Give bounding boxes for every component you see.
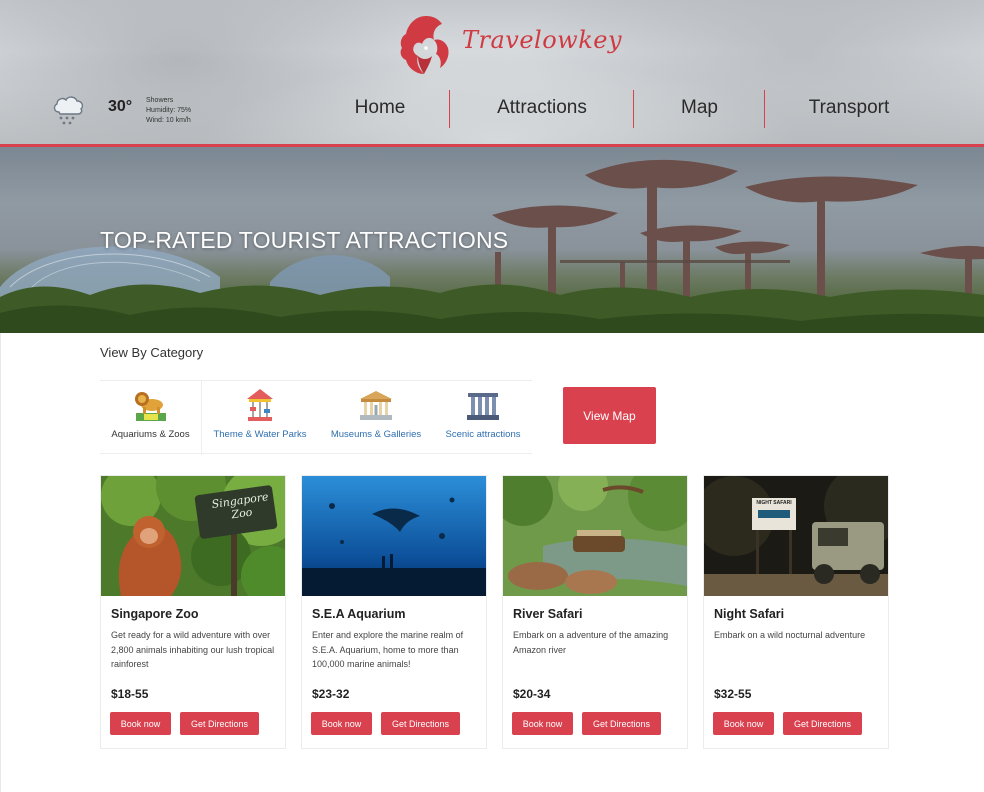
nav-attractions[interactable]: Attractions [450, 88, 634, 128]
attraction-description: Embark on a adventure of the amazing Ama… [513, 630, 669, 655]
category-heading: View By Category [100, 345, 204, 360]
attraction-price: $23-32 [312, 687, 350, 701]
view-map-button[interactable]: View Map [563, 387, 656, 444]
attraction-description: Get ready for a wild adventure with over… [111, 630, 275, 669]
lion-head-icon [400, 16, 449, 74]
monument-icon [467, 393, 499, 420]
zoo-lion-icon [134, 392, 166, 421]
category-scenic-attractions[interactable]: Scenic attractions [436, 381, 530, 455]
get-directions-button[interactable]: Get Directions [783, 712, 862, 735]
book-now-button[interactable]: Book now [713, 712, 774, 735]
weather-temperature: 30° [108, 98, 133, 115]
category-label: Museums & Galleries [330, 429, 422, 440]
attraction-card: River Safari Embark on a adventure of th… [502, 475, 688, 749]
attraction-title: S.E.A Aquarium [312, 607, 406, 621]
category-label: Scenic attractions [445, 429, 521, 440]
weather-details: Showers Humidity: 75% Wind: 10 km/h [146, 96, 191, 126]
attraction-description: Embark on a wild nocturnal adventure [714, 630, 866, 640]
page-edge [0, 333, 1, 792]
attraction-price: $32-55 [714, 687, 752, 701]
hero-title: TOP-RATED TOURIST ATTRACTIONS [100, 227, 509, 253]
attraction-description: Enter and explore the marine realm of S.… [312, 630, 464, 669]
rain-cloud-icon [53, 96, 84, 125]
attraction-image[interactable]: Singapore Zoo [101, 476, 285, 596]
book-now-button[interactable]: Book now [110, 712, 171, 735]
attraction-card: S.E.A Aquarium Enter and explore the mar… [301, 475, 487, 749]
attraction-image[interactable] [503, 476, 687, 596]
nav-map[interactable]: Map [634, 88, 765, 128]
attraction-card: NIGHT SAFARI Night Safari Embark on a wi… [703, 475, 889, 749]
weather-humidity: Humidity: 75% [146, 107, 192, 114]
sea-aquarium-image [302, 476, 486, 596]
attraction-price: $18-55 [111, 687, 149, 701]
weather-condition: Showers [146, 97, 174, 104]
brand-logo[interactable]: Travelowkey [396, 12, 622, 78]
attraction-title: River Safari [513, 607, 583, 621]
get-directions-button[interactable]: Get Directions [180, 712, 259, 735]
brand-name: Travelowkey [462, 26, 623, 54]
category-museums-galleries[interactable]: Museums & Galleries [322, 381, 430, 455]
category-bar: Aquariums & Zoos Theme & Water Parks Mus… [100, 380, 532, 455]
attraction-card: Singapore Zoo Singapore Zoo Get ready fo… [100, 475, 286, 749]
book-now-button[interactable]: Book now [512, 712, 573, 735]
category-theme-water-parks[interactable]: Theme & Water Parks [208, 381, 312, 455]
category-aquariums-zoos[interactable]: Aquariums & Zoos [100, 381, 202, 455]
book-now-button[interactable]: Book now [311, 712, 372, 735]
museum-icon [360, 391, 392, 420]
site-header: Travelowkey 30° Showers Humidity: 75% Wi… [0, 0, 984, 145]
get-directions-button[interactable]: Get Directions [582, 712, 661, 735]
night-safari-image [704, 476, 888, 596]
weather-widget: 30° Showers Humidity: 75% Wind: 10 km/h [50, 92, 220, 132]
river-safari-image [503, 476, 687, 596]
attraction-image[interactable] [302, 476, 486, 596]
category-label: Aquariums & Zoos [111, 429, 190, 440]
nav-home[interactable]: Home [310, 88, 450, 128]
weather-wind: Wind: 10 km/h [146, 117, 191, 124]
carousel-icon [247, 389, 273, 421]
attraction-title: Singapore Zoo [111, 607, 199, 621]
nav-transport[interactable]: Transport [765, 88, 933, 128]
get-directions-button[interactable]: Get Directions [381, 712, 460, 735]
night-safari-sign-text: NIGHT SAFARI [756, 500, 792, 506]
attraction-image[interactable]: NIGHT SAFARI [704, 476, 888, 596]
attraction-price: $20-34 [513, 687, 551, 701]
category-label: Theme & Water Parks [213, 429, 307, 440]
hero-banner: TOP-RATED TOURIST ATTRACTIONS [0, 147, 984, 333]
attraction-title: Night Safari [714, 607, 785, 621]
